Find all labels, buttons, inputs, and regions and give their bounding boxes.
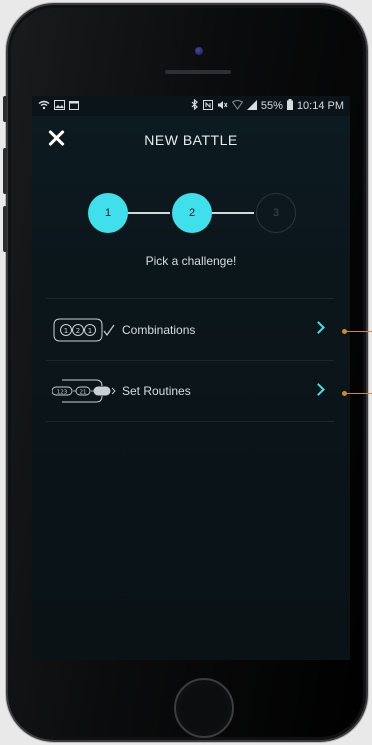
front-camera-icon	[195, 47, 203, 55]
chevron-right-icon[interactable]	[314, 323, 324, 333]
battery-icon	[286, 99, 293, 113]
nfc-icon	[202, 99, 213, 113]
earpiece-speaker	[165, 70, 231, 74]
step-1[interactable]: 1	[88, 193, 128, 233]
calendar-icon	[69, 100, 79, 113]
bluetooth-icon	[191, 98, 199, 113]
challenge-prompt: Pick a challenge!	[145, 254, 237, 268]
page-title: NEW BATTLE	[144, 132, 238, 148]
close-icon[interactable]	[46, 128, 68, 150]
routine-icon: 123 21	[51, 376, 118, 406]
option-label: Combinations	[122, 322, 196, 337]
svg-text:1: 1	[64, 327, 68, 335]
wifi-icon	[38, 100, 50, 113]
header-bar: NEW BATTLE	[32, 116, 350, 164]
option-label: Set Routines	[122, 384, 191, 398]
step-3: 3	[256, 193, 296, 233]
home-button[interactable]	[174, 678, 234, 738]
svg-text:123: 123	[57, 390, 68, 396]
status-time: 10:14 PM	[296, 100, 344, 112]
cell-signal-icon	[246, 99, 257, 113]
challenge-list: 1 2 1 Combinations 123 21 Set Routines	[46, 298, 334, 422]
svg-text:2: 2	[76, 327, 80, 335]
battery-percent: 55%	[260, 100, 283, 112]
option-set-routines[interactable]: 123 21 Set Routines	[46, 360, 334, 422]
image-icon	[54, 99, 65, 113]
stepper-connector	[212, 212, 254, 214]
svg-text:21: 21	[80, 390, 87, 396]
volume-down-button[interactable]	[3, 206, 7, 252]
chevron-right-icon[interactable]	[314, 385, 324, 395]
stepper-connector	[128, 212, 170, 214]
step-2[interactable]: 2	[172, 193, 212, 233]
annotation-line	[346, 331, 372, 332]
wifi-signal-icon	[231, 99, 244, 113]
progress-stepper: 1 2 3	[88, 193, 298, 235]
mute-icon	[217, 100, 228, 113]
mute-switch[interactable]	[3, 96, 7, 122]
annotation-line	[346, 393, 372, 394]
status-bar: 55% 10:14 PM	[32, 96, 350, 116]
svg-text:1: 1	[88, 327, 92, 335]
app-screen: 55% 10:14 PM NEW BATTLE 1 2 3 Pick a cha…	[32, 96, 350, 660]
option-combinations[interactable]: 1 2 1 Combinations	[46, 298, 334, 360]
combination-icon: 1 2 1	[52, 315, 118, 345]
volume-up-button[interactable]	[3, 148, 7, 194]
